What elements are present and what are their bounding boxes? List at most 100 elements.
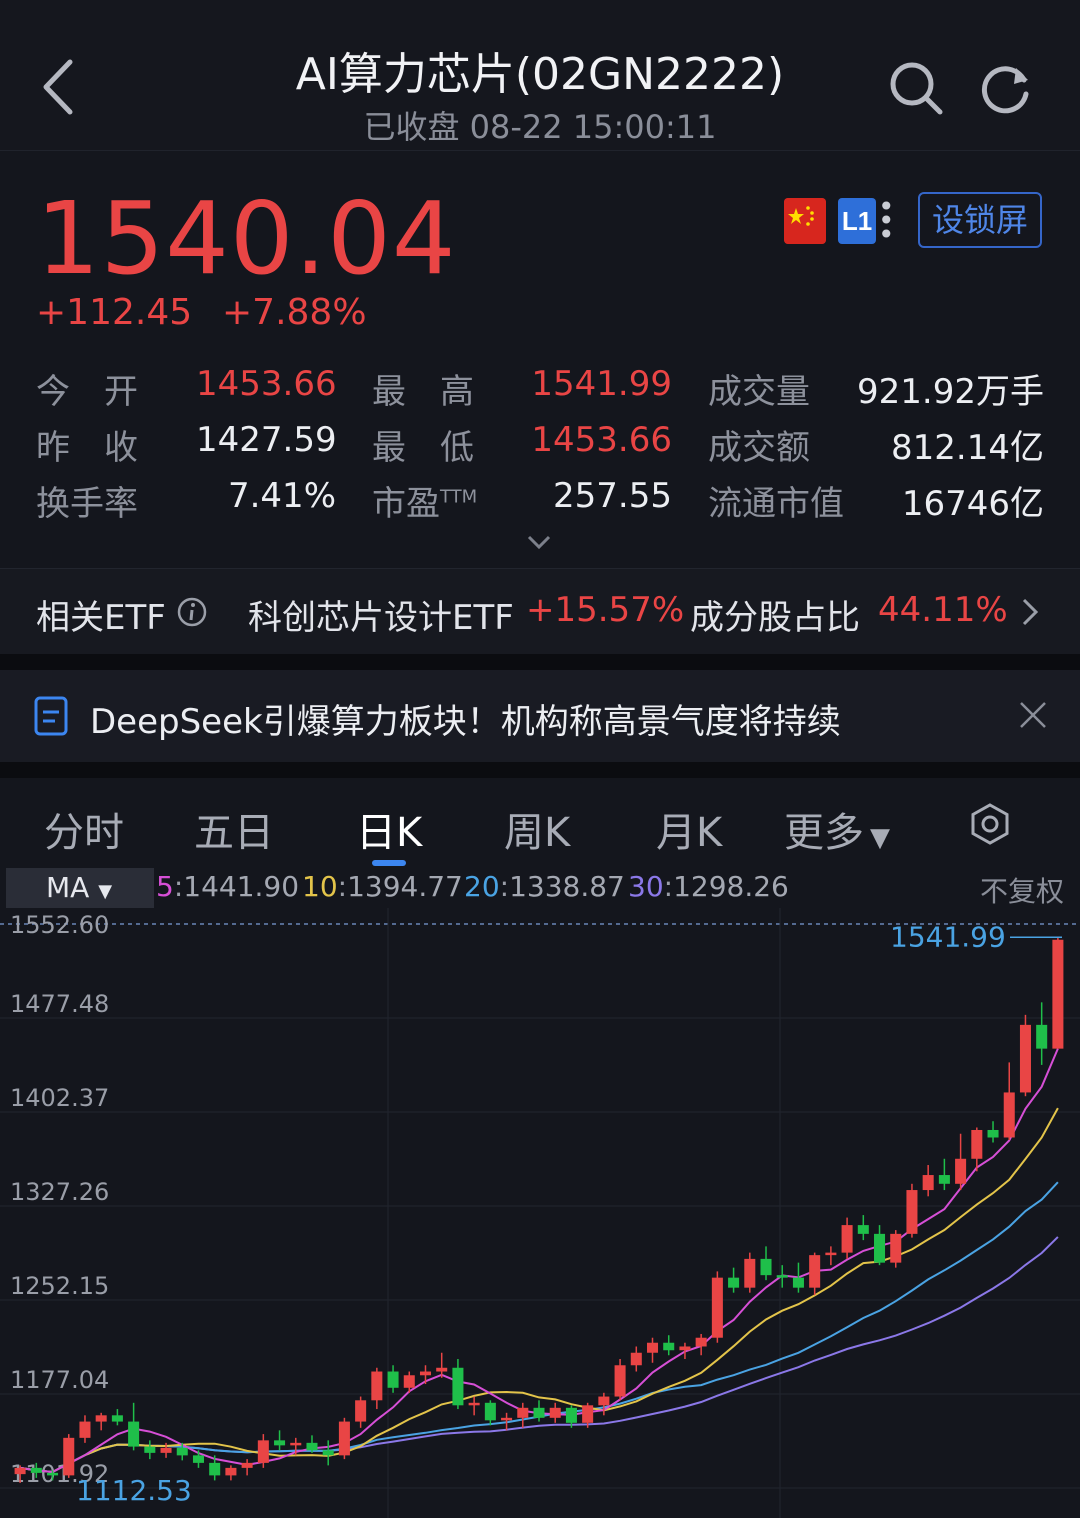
tab-more[interactable]: 更多 ▼: [784, 800, 890, 858]
candle-body: [290, 1442, 302, 1446]
tab-monthly-k[interactable]: 月K: [656, 800, 722, 858]
ma10-readout: 10:1394.77: [302, 870, 463, 903]
ma5-readout: 5:1441.90: [156, 870, 300, 903]
divider: [0, 762, 1080, 778]
candle-body: [549, 1407, 561, 1418]
stat-value-open: 1453.66: [196, 364, 337, 404]
stat-label-pe: 市盈TTM: [372, 484, 478, 524]
stat-value-turnover-rate: 7.41%: [227, 476, 336, 516]
candle-body: [679, 1346, 691, 1351]
stat-value-low: 1453.66: [531, 420, 672, 460]
indicator-selector[interactable]: MA ▼: [6, 868, 154, 908]
caret-down-icon: ▼: [870, 823, 890, 853]
y-tick-label: 1327.26: [10, 1178, 109, 1206]
level1-badge[interactable]: L1: [838, 198, 876, 244]
candle-body: [14, 1467, 26, 1475]
candle-body: [1052, 939, 1064, 1049]
candle-body: [79, 1421, 91, 1438]
max-price-label: 1541.99: [890, 920, 1006, 953]
caret-down-icon: ▼: [98, 881, 113, 902]
candle-body: [711, 1277, 723, 1338]
candle-body: [209, 1462, 221, 1476]
candle-body: [144, 1446, 156, 1453]
candle-body: [128, 1421, 140, 1447]
candle-body: [468, 1402, 480, 1406]
candle-body: [890, 1233, 902, 1263]
stat-label-open: 今 开: [36, 372, 138, 412]
chevron-right-icon[interactable]: [1020, 596, 1040, 628]
stat-label-float-cap: 流通市值: [708, 484, 844, 524]
divider: [0, 654, 1080, 670]
candle-body: [484, 1402, 496, 1421]
price-change-percent: +7.88%: [222, 292, 367, 333]
stat-label-high: 最 高: [372, 372, 474, 412]
chevron-down-icon[interactable]: [526, 532, 552, 552]
candle-body: [47, 1472, 59, 1476]
candle-body: [322, 1450, 334, 1456]
stat-label-volume: 成交量: [708, 372, 810, 412]
candle-body: [874, 1233, 886, 1263]
stat-label-turnover-rate: 换手率: [36, 484, 138, 524]
news-headline[interactable]: DeepSeek引爆算力板块！机构称高景气度将持续: [90, 694, 841, 743]
candle-body: [30, 1467, 42, 1473]
candle-body: [436, 1367, 448, 1372]
candle-body: [728, 1277, 740, 1288]
settings-icon[interactable]: [968, 802, 1012, 846]
candle-body: [176, 1447, 188, 1456]
candle-body: [338, 1421, 350, 1456]
candle-body: [906, 1190, 918, 1234]
stat-label-low: 最 低: [372, 428, 474, 468]
etf-name[interactable]: 科创芯片设计ETF: [248, 590, 514, 639]
candle-body: [387, 1371, 399, 1388]
stat-label-prev-close: 昨 收: [36, 428, 138, 468]
price-change: +112.45: [36, 292, 193, 333]
stat-value-high: 1541.99: [531, 364, 672, 404]
tab-intraday[interactable]: 分时: [44, 800, 124, 858]
candle-body: [614, 1365, 626, 1397]
candle-body: [922, 1175, 934, 1191]
candle-body: [257, 1440, 269, 1463]
y-tick-label: 1402.37: [10, 1084, 109, 1112]
candle-body: [841, 1225, 853, 1253]
candle-body: [938, 1175, 950, 1184]
candle-body: [744, 1258, 756, 1288]
tab-five-day[interactable]: 五日: [194, 800, 274, 858]
close-icon[interactable]: [1018, 700, 1048, 730]
tab-weekly-k[interactable]: 周K: [504, 800, 570, 858]
stat-value-turnover: 812.14亿: [891, 428, 1044, 468]
candle-body: [776, 1275, 788, 1278]
stat-label-turnover: 成交额: [708, 428, 810, 468]
candle-body: [111, 1415, 123, 1422]
document-icon: [34, 696, 68, 736]
refresh-icon[interactable]: [978, 60, 1034, 116]
etf-change: +15.57%: [526, 590, 685, 630]
ma30-line: [19, 1236, 1059, 1474]
ma20-readout: 20:1338.87: [464, 870, 625, 903]
lock-screen-button[interactable]: 设锁屏: [918, 192, 1042, 248]
candle-body: [225, 1467, 237, 1476]
candle-body: [630, 1352, 642, 1366]
candle-body: [1003, 1092, 1015, 1138]
candle-body: [403, 1375, 415, 1388]
candle-body: [971, 1129, 983, 1159]
candle-body: [355, 1400, 367, 1422]
info-icon[interactable]: [176, 596, 208, 628]
more-options-icon[interactable]: • • •: [878, 193, 895, 249]
constituent-share-value: 44.11%: [878, 590, 1008, 630]
adjust-mode[interactable]: 不复权: [980, 870, 1064, 910]
candle-body: [274, 1440, 286, 1446]
candle-body: [955, 1158, 967, 1184]
candle-body: [95, 1415, 107, 1422]
constituent-share-label: 成分股占比: [690, 598, 860, 638]
active-tab-indicator: [372, 860, 406, 866]
tab-daily-k[interactable]: 日K: [356, 800, 422, 858]
candlestick-chart[interactable]: 1552.60 1477.48 1402.37 1327.26 1252.15 1177.…: [0, 908, 1080, 1518]
stat-value-float-cap: 16746亿: [901, 484, 1044, 524]
candle-body: [419, 1371, 432, 1376]
y-tick-label: 1252.15: [10, 1272, 109, 1300]
y-tick-label: 1552.60: [10, 911, 109, 939]
stat-value-prev-close: 1427.59: [196, 420, 337, 460]
candle-body: [452, 1367, 464, 1406]
search-icon[interactable]: [888, 60, 944, 116]
candle-body: [825, 1252, 837, 1256]
